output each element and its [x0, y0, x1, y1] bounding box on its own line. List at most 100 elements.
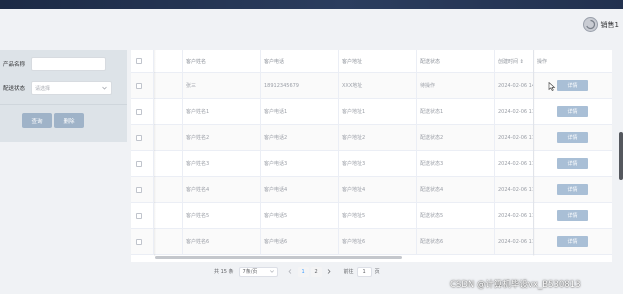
table-row: 客户姓名6 客户电话6 客户地址6 配送状态6 2024-02-06 11 详情 — [131, 229, 612, 255]
cell-status: 配送状态5 — [420, 213, 444, 219]
row-select-cell — [132, 151, 154, 176]
cell-created: 2024-02-06 14 — [498, 82, 533, 89]
page-button-2[interactable]: 2 — [310, 266, 322, 277]
delivery-status-label: 配送状态 — [3, 86, 26, 92]
product-name-label: 产品名称 — [3, 62, 26, 68]
detail-button[interactable]: 详情 — [557, 106, 588, 117]
fixed-column-shadow — [533, 50, 535, 256]
detail-button[interactable]: 详情 — [557, 210, 588, 221]
row-checkbox[interactable] — [136, 186, 142, 193]
row-select-cell — [132, 203, 154, 228]
cell-action: 详情 — [554, 73, 612, 98]
cell-address: XXX地址 — [342, 83, 363, 89]
delivery-status-row: 配送状态 请选择 — [3, 81, 112, 95]
cell-name: 客户姓名2 — [186, 135, 210, 141]
orders-table: 客户姓名 客户电话 客户地址 配送状态 创建时间 ⇕ 操作 张三 18912345… — [131, 50, 612, 262]
header-area — [0, 9, 623, 47]
page-size-select[interactable]: 7条/页 — [238, 266, 278, 277]
cell-status: 配送状态6 — [420, 239, 444, 245]
delivery-status-placeholder: 请选择 — [35, 85, 51, 92]
cell-status: 配送状态4 — [420, 187, 444, 193]
cell-status: 配送状态2 — [420, 135, 444, 141]
cell-action: 详情 — [554, 229, 612, 254]
cell-status: 待操作 — [420, 83, 436, 89]
chevron-down-icon — [269, 270, 274, 273]
cell-created: 2024-02-06 11 — [498, 160, 533, 167]
cell-action: 详情 — [554, 177, 612, 202]
cell-address: 客户地址3 — [342, 161, 366, 167]
cell-name: 客户姓名5 — [186, 213, 210, 219]
horizontal-scrollbar[interactable] — [155, 256, 402, 259]
row-checkbox[interactable] — [136, 82, 142, 89]
cell-created: 2024-02-06 11 — [498, 212, 533, 219]
goto-page-input[interactable]: 1 — [356, 266, 372, 277]
select-all-cell — [132, 50, 154, 72]
table-row: 张三 18912345679 XXX地址 待操作 2024-02-06 14 详情 — [131, 73, 612, 99]
chevron-right-icon — [327, 269, 331, 274]
detail-button[interactable]: 详情 — [557, 236, 588, 247]
cell-phone: 客户电话5 — [264, 213, 288, 219]
row-checkbox[interactable] — [136, 160, 142, 167]
table-row: 客户姓名4 客户电话4 客户地址4 配送状态4 2024-02-06 11 详情 — [131, 177, 612, 203]
chevron-down-icon — [102, 86, 107, 90]
row-checkbox[interactable] — [136, 134, 142, 141]
product-name-row: 产品名称 — [3, 57, 106, 71]
cell-address: 客户地址1 — [342, 109, 366, 115]
cell-phone: 客户电话3 — [264, 161, 288, 167]
row-checkbox[interactable] — [136, 108, 142, 115]
detail-button[interactable]: 详情 — [557, 132, 588, 143]
cell-phone: 客户电话2 — [264, 135, 288, 141]
cell-created: 2024-02-06 11 — [498, 134, 533, 141]
cell-action: 详情 — [554, 203, 612, 228]
row-checkbox[interactable] — [136, 212, 142, 219]
delivery-status-select[interactable]: 请选择 — [31, 81, 112, 95]
cell-created: 2024-02-06 11 — [498, 186, 533, 193]
delete-button[interactable]: 删除 — [54, 113, 84, 128]
row-select-cell — [132, 229, 154, 254]
cell-name: 客户姓名4 — [186, 187, 210, 193]
chevron-left-icon — [288, 269, 292, 274]
cell-name: 客户姓名1 — [186, 109, 210, 115]
mouse-cursor-icon — [548, 82, 556, 91]
detail-button[interactable]: 详情 — [557, 184, 588, 195]
cell-status: 配送状态1 — [420, 109, 444, 115]
next-page-button[interactable] — [324, 267, 335, 277]
user-menu[interactable]: 销售1 — [582, 17, 619, 32]
page-suffix-label: 页 — [374, 269, 380, 275]
cell-address: 客户地址2 — [342, 135, 366, 141]
cell-name: 客户姓名3 — [186, 161, 210, 167]
column-header-created[interactable]: 创建时间 ⇕ — [495, 50, 533, 72]
vertical-scrollbar[interactable] — [619, 132, 623, 180]
table-row: 客户姓名2 客户电话2 客户地址2 配送状态2 2024-02-06 11 详情 — [131, 125, 612, 151]
select-all-checkbox[interactable] — [136, 58, 142, 64]
cell-name: 客户姓名6 — [186, 239, 210, 245]
cell-phone: 客户电话6 — [264, 239, 288, 245]
column-header-status: 配送状态 — [420, 58, 441, 65]
user-name[interactable]: 销售1 — [601, 20, 619, 30]
prev-page-button[interactable] — [285, 267, 296, 277]
product-name-input[interactable] — [31, 57, 106, 71]
row-select-cell — [132, 99, 154, 124]
watermark-text: CSDN @计算机毕设vx_B530813 — [450, 280, 581, 290]
cell-action: 详情 — [554, 151, 612, 176]
page-button-1[interactable]: 1 — [297, 266, 309, 277]
column-header-name: 客户姓名 — [186, 58, 207, 65]
cell-phone: 18912345679 — [264, 82, 299, 89]
column-header-phone: 客户电话 — [264, 58, 285, 65]
cell-created: 2024-02-06 11 — [498, 108, 533, 115]
cell-name: 张三 — [186, 83, 197, 89]
row-select-cell — [132, 73, 154, 98]
top-navbar — [0, 0, 623, 9]
filter-panel: 产品名称 配送状态 请选择 查询 删除 — [0, 50, 127, 142]
column-header-action: 操作 — [537, 58, 548, 65]
detail-button[interactable]: 详情 — [557, 80, 588, 91]
table-row: 客户姓名3 客户电话3 客户地址3 配送状态3 2024-02-06 11 详情 — [131, 151, 612, 177]
detail-button[interactable]: 详情 — [557, 158, 588, 169]
row-checkbox[interactable] — [136, 238, 142, 245]
column-header-address: 客户地址 — [342, 58, 363, 65]
search-button[interactable]: 查询 — [22, 113, 52, 128]
table-row: 客户姓名1 客户电话1 客户地址1 配送状态1 2024-02-06 11 详情 — [131, 99, 612, 125]
avatar-icon[interactable] — [582, 17, 598, 32]
cell-action: 详情 — [554, 99, 612, 124]
row-select-cell — [132, 125, 154, 150]
